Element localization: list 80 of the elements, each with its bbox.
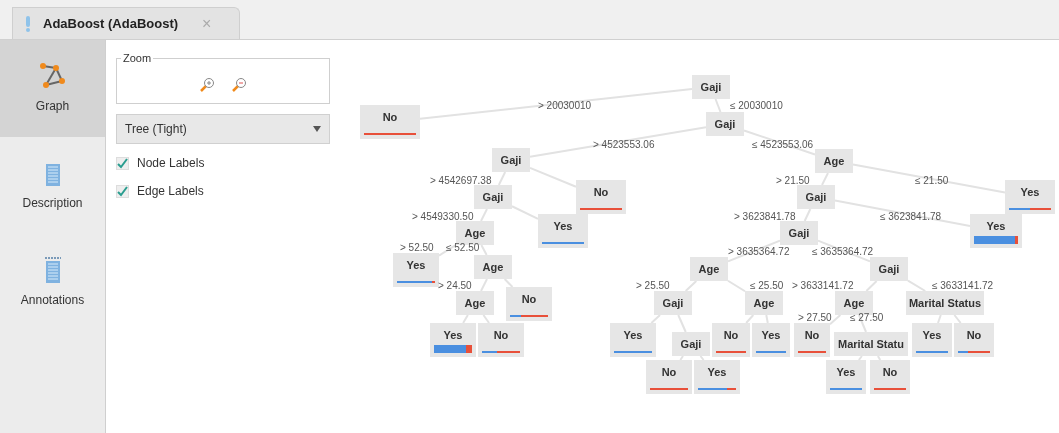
tree-edge	[480, 244, 488, 256]
document-icon	[44, 256, 61, 283]
split-node: Gaji	[797, 185, 835, 209]
leaf-label: No	[723, 328, 739, 343]
checkmark-icon	[117, 157, 128, 169]
leaf-label: No	[882, 365, 898, 380]
tab-title: AdaBoost (AdaBoost)	[43, 14, 179, 33]
split-node: Gaji	[474, 185, 512, 209]
edge-label: > 24.50	[438, 281, 472, 291]
leaf-label: No	[804, 328, 820, 343]
leaf-label: Yes	[836, 365, 856, 380]
edge-label: > 4542697.38	[430, 176, 492, 186]
edge-label: ≤ 25.50	[750, 281, 784, 291]
edge-label: ≤ 27.50	[850, 313, 884, 323]
split-node: Gaji	[870, 257, 908, 281]
edge-label: > 52.50	[400, 243, 434, 253]
option-checkbox[interactable]: Edge Labels	[116, 182, 330, 200]
edge-label: > 4549330.50	[412, 212, 474, 222]
zoom-in-button[interactable]	[199, 77, 215, 93]
view-tab[interactable]: Graph	[0, 40, 105, 137]
edge-label: ≤ 52.50	[446, 243, 480, 253]
leaf-label: Yes	[1020, 185, 1040, 200]
leaf-label: Yes	[922, 328, 942, 343]
edge-label: > 3633141.72	[792, 281, 854, 291]
split-node: Gaji	[780, 221, 818, 245]
split-node: Gaji	[654, 291, 692, 315]
split-node: Gaji	[706, 112, 744, 136]
layout-dropdown[interactable]: Tree (Tight)	[116, 114, 330, 144]
edge-label: ≤ 20030010	[730, 101, 783, 111]
edge-label: > 3635364.72	[728, 247, 790, 257]
leaf-label: No	[493, 328, 509, 343]
edge-label: > 27.50	[798, 313, 832, 323]
leaf-label: No	[966, 328, 982, 343]
edge-label: ≤ 3633141.72	[932, 281, 994, 291]
leaf-label: No	[521, 292, 537, 307]
leaf-label: Yes	[707, 365, 727, 380]
split-node: Gaji	[692, 75, 730, 99]
split-node: Gaji	[492, 148, 530, 172]
edge-label: ≤ 4523553.06	[752, 140, 814, 150]
checkmark-icon	[117, 185, 128, 197]
option-checkbox[interactable]: Node Labels	[116, 154, 330, 172]
edge-label: > 20030010	[538, 101, 592, 111]
leaf-label: Yes	[761, 328, 781, 343]
split-node: Marital Status	[906, 291, 984, 315]
editor-tab[interactable]: AdaBoost (AdaBoost) ×	[12, 7, 240, 39]
leaf-label: Yes	[443, 328, 463, 343]
tree-edge	[497, 171, 507, 186]
edge-label: ≤ 21.50	[915, 176, 949, 186]
tree-edge	[714, 98, 722, 113]
edge-label: > 4523553.06	[593, 140, 655, 150]
leaf-label: Yes	[986, 219, 1006, 234]
tree-edge	[684, 280, 698, 292]
tree-edge	[803, 208, 812, 222]
zoom-legend: Zoom	[121, 51, 154, 65]
tree-edge	[817, 239, 871, 263]
model-icon	[25, 15, 31, 32]
graph-icon	[39, 62, 66, 89]
edge-label: ≤ 3623841.78	[880, 212, 942, 222]
leaf-label: No	[661, 365, 677, 380]
split-node: Age	[456, 291, 494, 315]
tree-edge	[677, 314, 687, 333]
edge-label: > 21.50	[776, 176, 810, 186]
split-node: Age	[690, 257, 728, 281]
edge-label: ≤ 3635364.72	[812, 247, 874, 257]
leaf-label: No	[593, 185, 609, 200]
split-node: Age	[745, 291, 783, 315]
leaf-label: No	[382, 110, 398, 125]
leaf-label: Yes	[623, 328, 643, 343]
edge-label: > 25.50	[636, 281, 670, 291]
zoom-out-button[interactable]	[231, 77, 247, 93]
dropdown-caret-icon	[313, 126, 321, 132]
tree-edge	[907, 279, 927, 292]
leaf-label: Yes	[553, 219, 573, 234]
edge-label: > 3623841.78	[734, 212, 796, 222]
split-node: Age	[474, 255, 512, 279]
leaf-label: Yes	[406, 258, 426, 273]
split-node: Marital Statu	[834, 332, 908, 356]
split-node: Age	[815, 149, 853, 173]
split-node: Gaji	[672, 332, 710, 356]
tree-edge	[727, 279, 746, 293]
